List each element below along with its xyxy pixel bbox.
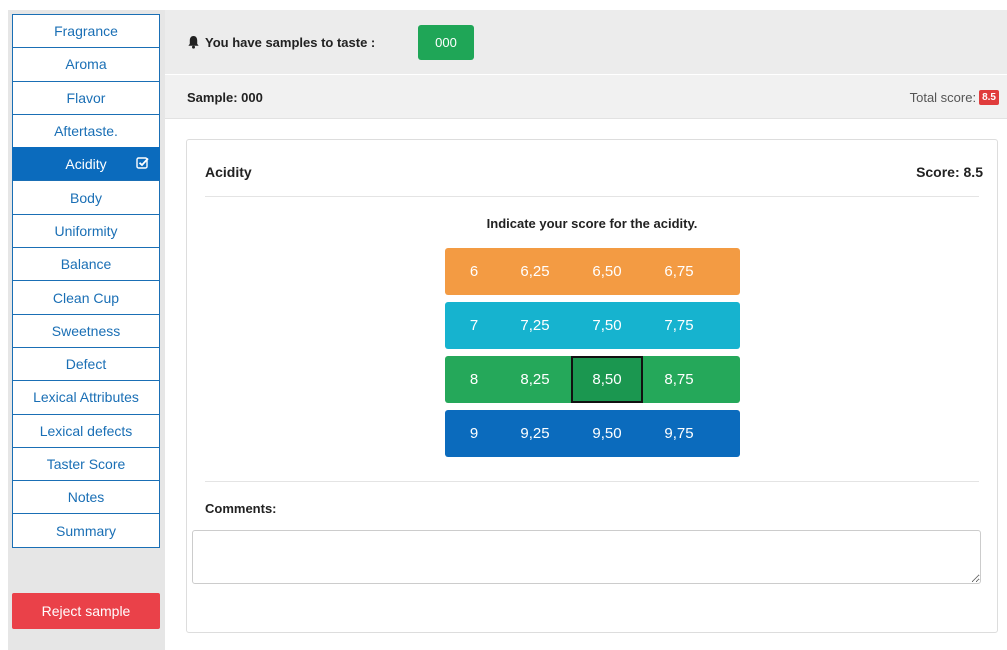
sidebar-item-balance[interactable]: Balance <box>12 247 160 282</box>
sidebar-item-acidity[interactable]: Acidity <box>12 147 160 182</box>
sidebar-item-sweetness[interactable]: Sweetness <box>12 313 160 348</box>
sample-label: Sample: 000 <box>187 89 263 105</box>
samples-message: You have samples to taste : <box>187 10 375 74</box>
score-option[interactable]: 9,50 <box>571 410 643 457</box>
total-score-badge: 8.5 <box>979 89 999 105</box>
sidebar-item-summary[interactable]: Summary <box>12 513 160 548</box>
score-option[interactable]: 6,25 <box>499 248 571 295</box>
sidebar-item-label: Clean Cup <box>52 289 120 306</box>
score-row-8: 8 8,25 8,50 8,75 <box>445 356 740 403</box>
score-option[interactable]: 8,75 <box>643 356 715 403</box>
sidebar-item-lexical-attributes[interactable]: Lexical Attributes <box>12 380 160 415</box>
score-row-6: 6 6,25 6,50 6,75 <box>445 248 740 295</box>
total-score-label: Total score: <box>909 89 977 105</box>
score-instruction: Indicate your score for the acidity. <box>486 216 698 231</box>
score-option[interactable]: 9 <box>449 410 499 457</box>
sidebar-item-label: Summary <box>56 522 116 539</box>
sidebar-item-defect[interactable]: Defect <box>12 346 160 382</box>
sidebar-item-clean-cup[interactable]: Clean Cup <box>12 280 160 315</box>
sidebar-item-label: Lexical defects <box>39 422 133 439</box>
sidebar-item-label: Acidity <box>65 156 107 173</box>
score-option[interactable]: 8,25 <box>499 356 571 403</box>
category-nav: Fragrance Aroma Flavor Aftertaste. Acidi… <box>12 14 160 548</box>
sidebar-item-flavor[interactable]: Flavor <box>12 80 160 115</box>
sidebar-item-label: Aroma <box>65 56 107 73</box>
sidebar: Fragrance Aroma Flavor Aftertaste. Acidi… <box>8 10 165 650</box>
divider <box>205 481 979 482</box>
panel-title: Acidity <box>205 164 252 180</box>
comments-field[interactable] <box>192 530 981 584</box>
sidebar-item-fragrance[interactable]: Fragrance <box>12 14 160 49</box>
comments-label: Comments: <box>205 501 277 516</box>
score-option[interactable]: 7,50 <box>571 302 643 349</box>
sidebar-item-notes[interactable]: Notes <box>12 480 160 515</box>
sidebar-item-taster-score[interactable]: Taster Score <box>12 446 160 482</box>
sidebar-item-label: Flavor <box>66 89 106 106</box>
score-option[interactable]: 7,75 <box>643 302 715 349</box>
sidebar-item-lexical-defects[interactable]: Lexical defects <box>12 413 160 448</box>
sidebar-item-label: Uniformity <box>54 222 118 239</box>
score-option[interactable]: 8 <box>449 356 499 403</box>
score-row-9: 9 9,25 9,50 9,75 <box>445 410 740 457</box>
sidebar-item-label: Aftertaste. <box>54 123 118 140</box>
sidebar-item-uniformity[interactable]: Uniformity <box>12 213 160 249</box>
score-option[interactable]: 9,25 <box>499 410 571 457</box>
samples-message-text: You have samples to taste : <box>205 34 376 50</box>
score-option[interactable]: 7,25 <box>499 302 571 349</box>
samples-bar: You have samples to taste : 000 <box>165 10 1007 74</box>
score-option[interactable]: 7 <box>449 302 499 349</box>
score-option[interactable]: 9,75 <box>643 410 715 457</box>
score-option[interactable]: 6,50 <box>571 248 643 295</box>
sidebar-item-label: Notes <box>67 489 105 506</box>
sample-header: Sample: 000 Total score: 8.5 <box>165 75 1007 119</box>
check-square-icon <box>136 156 149 172</box>
sidebar-item-label: Lexical Attributes <box>33 389 139 406</box>
sidebar-item-label: Fragrance <box>54 23 118 40</box>
panel-score: Score: 8.5 <box>916 164 983 180</box>
sidebar-item-label: Taster Score <box>46 456 126 472</box>
score-option-selected[interactable]: 8,50 <box>571 356 643 403</box>
score-option[interactable]: 6,75 <box>643 248 715 295</box>
total-score: Total score: 8.5 <box>910 75 999 119</box>
sidebar-item-label: Defect <box>65 356 107 373</box>
sidebar-item-aftertaste[interactable]: Aftertaste. <box>12 113 160 149</box>
sidebar-item-label: Body <box>70 189 102 206</box>
sidebar-item-label: Sweetness <box>51 322 121 339</box>
divider <box>205 196 979 197</box>
score-row-7: 7 7,25 7,50 7,75 <box>445 302 740 349</box>
sample-code-button[interactable]: 000 <box>418 25 474 60</box>
attribute-panel: Acidity Score: 8.5 Indicate your score f… <box>186 139 998 633</box>
bell-icon <box>188 35 199 49</box>
score-grid: 6 6,25 6,50 6,75 7 7,25 7,50 7,75 8 8,25… <box>445 248 740 464</box>
sidebar-item-body[interactable]: Body <box>12 180 160 215</box>
score-option[interactable]: 6 <box>449 248 499 295</box>
reject-sample-button[interactable]: Reject sample <box>12 593 160 629</box>
sidebar-item-label: Balance <box>60 256 112 273</box>
sidebar-item-aroma[interactable]: Aroma <box>12 47 160 82</box>
